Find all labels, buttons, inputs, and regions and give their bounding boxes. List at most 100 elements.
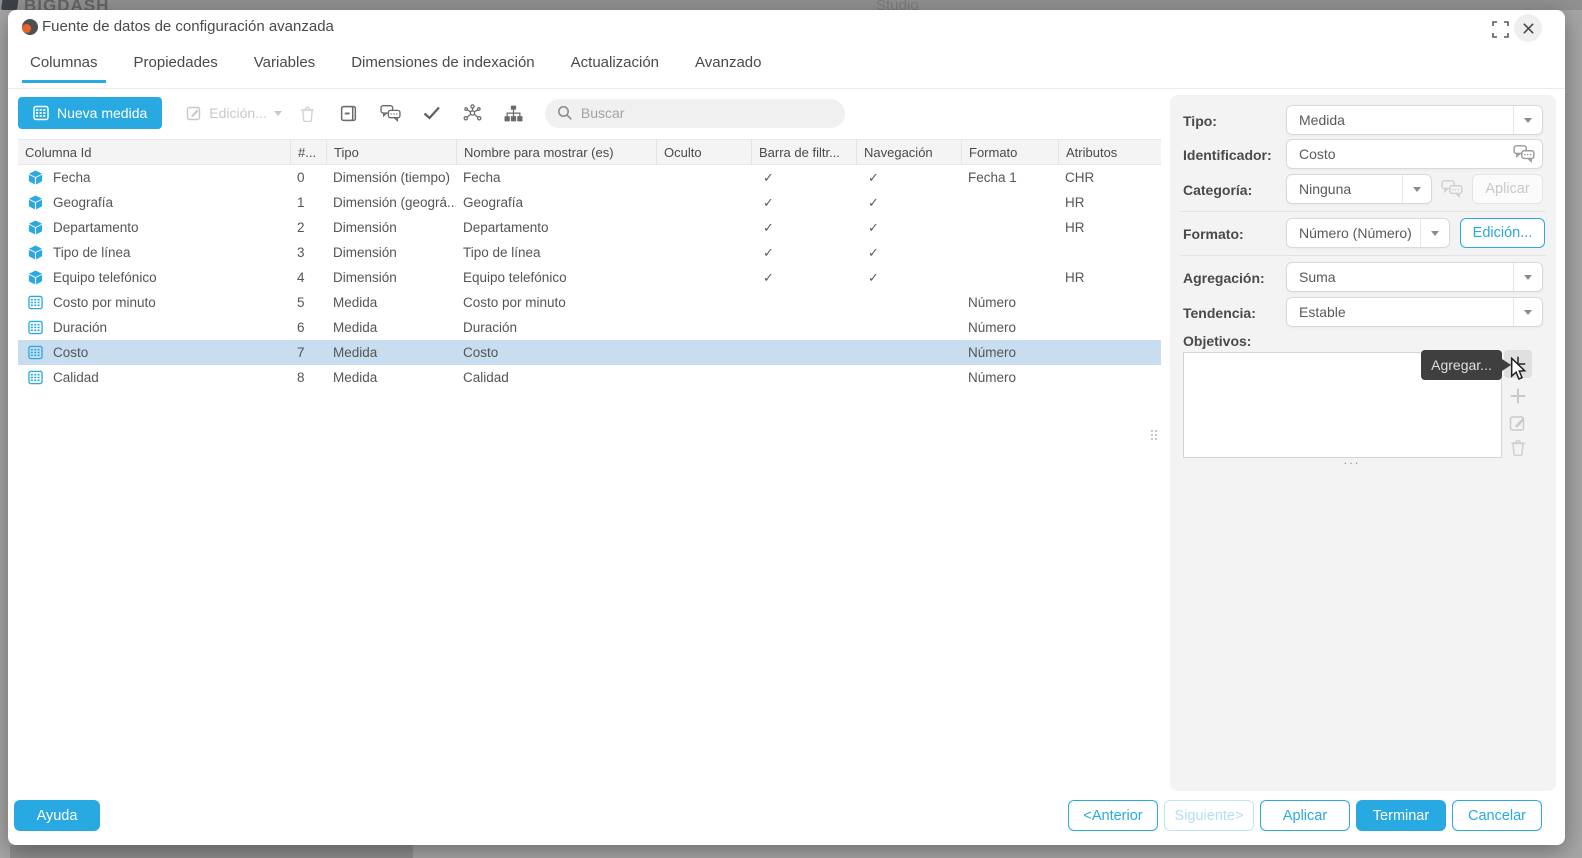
agregacion-select[interactable]: Suma <box>1286 262 1543 292</box>
edit-objetivo-button-disabled[interactable] <box>1507 412 1529 434</box>
tab-columnas[interactable]: Columnas <box>22 52 106 83</box>
table-row[interactable]: Tipo de línea3DimensiónTipo de línea✓✓ <box>18 240 1161 265</box>
siguiente-button-disabled[interactable]: Siguiente> <box>1164 800 1254 831</box>
chevron-down-icon <box>1413 187 1421 192</box>
objetivos-resize-handle[interactable]: ... <box>1330 452 1374 467</box>
cell-atributos: HR <box>1058 195 1153 210</box>
cell-formato: Número <box>961 295 1058 310</box>
col-header-barra-de-filtros[interactable]: Barra de filtr... <box>751 140 856 164</box>
add-objetivo-secondary-button-disabled[interactable] <box>1506 384 1530 408</box>
tipo-value: Medida <box>1299 112 1345 128</box>
maximize-icon[interactable] <box>1490 19 1510 39</box>
table-row[interactable]: Calidad8MedidaCalidadNúmero <box>18 365 1161 390</box>
cell-formato: Número <box>961 320 1058 335</box>
terminar-button[interactable]: Terminar <box>1356 800 1446 831</box>
advanced-config-dialog: Fuente de datos de configuración avanzad… <box>8 10 1565 845</box>
delete-objetivo-button-disabled[interactable] <box>1508 437 1528 457</box>
edit-button-disabled[interactable]: Edición... <box>186 105 282 121</box>
col-header-formato[interactable]: Formato <box>961 140 1058 164</box>
toolbar-icon-group <box>339 104 523 123</box>
bigdash-logo-icon <box>1 0 19 10</box>
formato-select[interactable]: Número (Número) <box>1286 218 1450 248</box>
table-row[interactable]: Costo por minuto5MedidaCosto por minutoN… <box>18 290 1161 315</box>
col-header-num[interactable]: #... <box>290 140 326 164</box>
col-header-oculto[interactable]: Oculto <box>656 140 751 164</box>
columns-table: Columna Id #... Tipo Nombre para mostrar… <box>18 139 1161 390</box>
ayuda-button[interactable]: Ayuda <box>14 800 100 831</box>
categoria-value: Ninguna <box>1299 181 1351 197</box>
cell-barra-de-filtros: ✓ <box>751 220 856 236</box>
identificador-label: Identificador: <box>1183 147 1272 163</box>
hierarchy-icon[interactable] <box>504 105 523 122</box>
new-measure-button[interactable]: Nueva medida <box>18 97 162 129</box>
cell-nombre: Duración <box>456 320 656 335</box>
measure-icon <box>28 370 43 385</box>
cell-navegacion: ✓ <box>856 220 961 236</box>
cell-columna-id: Tipo de línea <box>18 245 290 260</box>
chevron-down-icon <box>1524 310 1532 315</box>
table-row[interactable]: Duración6MedidaDuraciónNúmero <box>18 315 1161 340</box>
col-header-nombre[interactable]: Nombre para mostrar (es) <box>456 140 656 164</box>
table-row[interactable]: Equipo telefónico4DimensiónEquipo telefó… <box>18 265 1161 290</box>
toolbar: Nueva medida Edición... <box>18 96 845 130</box>
cell-nombre: Costo por minuto <box>456 295 656 310</box>
cell-nombre: Fecha <box>456 170 656 185</box>
tab-propiedades[interactable]: Propiedades <box>126 52 226 83</box>
col-header-atributos[interactable]: Atributos <box>1058 140 1153 164</box>
tab-avanzado[interactable]: Avanzado <box>687 52 769 83</box>
aplicar-button[interactable]: Aplicar <box>1260 800 1350 831</box>
tipo-select[interactable]: Medida <box>1286 105 1543 135</box>
delete-icon[interactable] <box>300 105 315 122</box>
edicion-formato-button[interactable]: Edición... <box>1460 218 1545 248</box>
cancelar-button[interactable]: Cancelar <box>1452 800 1542 831</box>
cell-columna-id: Departamento <box>18 220 290 235</box>
tipo-label: Tipo: <box>1183 113 1217 129</box>
cell-num: 5 <box>290 295 326 310</box>
new-measure-icon <box>33 105 49 121</box>
translate-icon[interactable] <box>1513 144 1535 163</box>
table-row[interactable]: Costo7MedidaCostoNúmero <box>18 340 1161 365</box>
card-icon[interactable] <box>339 104 358 123</box>
formato-value: Número (Número) <box>1299 225 1412 241</box>
measure-icon <box>28 295 43 310</box>
table-row[interactable]: Departamento2DimensiónDepartamento✓✓HR <box>18 215 1161 240</box>
tab-variables[interactable]: Variables <box>246 52 323 83</box>
cell-columna-id: Costo <box>18 345 290 360</box>
hub-icon[interactable] <box>463 104 482 123</box>
cell-navegacion: ✓ <box>856 245 961 261</box>
cell-num: 2 <box>290 220 326 235</box>
background-app-header: BIGDASH Studio <box>0 0 1582 10</box>
anterior-button[interactable]: <Anterior <box>1068 800 1158 831</box>
cell-navegacion: ✓ <box>856 170 961 186</box>
identificador-input[interactable]: Costo <box>1286 139 1543 169</box>
panel-splitter-handle[interactable] <box>1151 430 1159 440</box>
col-header-columna-id[interactable]: Columna Id <box>18 140 290 164</box>
cell-atributos: HR <box>1058 220 1153 235</box>
close-icon[interactable] <box>1514 14 1542 42</box>
tab-actualizacion[interactable]: Actualización <box>563 52 667 83</box>
measure-icon <box>28 320 43 335</box>
tabs-divider <box>8 88 1565 89</box>
search-box <box>545 99 845 128</box>
table-row[interactable]: Fecha0Dimensión (tiempo)Fecha✓✓Fecha 1CH… <box>18 165 1161 190</box>
tab-dimensiones-de-indexacion[interactable]: Dimensiones de indexación <box>343 52 542 83</box>
dimension-icon <box>28 245 43 260</box>
table-body: Fecha0Dimensión (tiempo)Fecha✓✓Fecha 1CH… <box>18 165 1161 390</box>
table-row[interactable]: Geografía1Dimensión (geográ...Geografía✓… <box>18 190 1161 215</box>
chevron-down-icon <box>1524 118 1532 123</box>
cell-num: 8 <box>290 370 326 385</box>
cell-columna-id: Calidad <box>18 370 290 385</box>
translate-icon[interactable] <box>380 104 401 122</box>
aplicar-categoria-button-disabled[interactable]: Aplicar <box>1472 174 1543 204</box>
search-input[interactable] <box>581 105 833 121</box>
bigdash-logo-text: BIGDASH <box>24 0 109 10</box>
tendencia-select[interactable]: Estable <box>1286 297 1543 327</box>
check-icon[interactable] <box>423 106 441 120</box>
categoria-select[interactable]: Ninguna <box>1286 174 1432 204</box>
identificador-value: Costo <box>1299 146 1336 162</box>
chevron-down-icon <box>274 111 282 116</box>
cell-nombre: Geografía <box>456 195 656 210</box>
dimension-icon <box>28 270 43 285</box>
col-header-tipo[interactable]: Tipo <box>326 140 456 164</box>
col-header-navegacion[interactable]: Navegación <box>856 140 961 164</box>
